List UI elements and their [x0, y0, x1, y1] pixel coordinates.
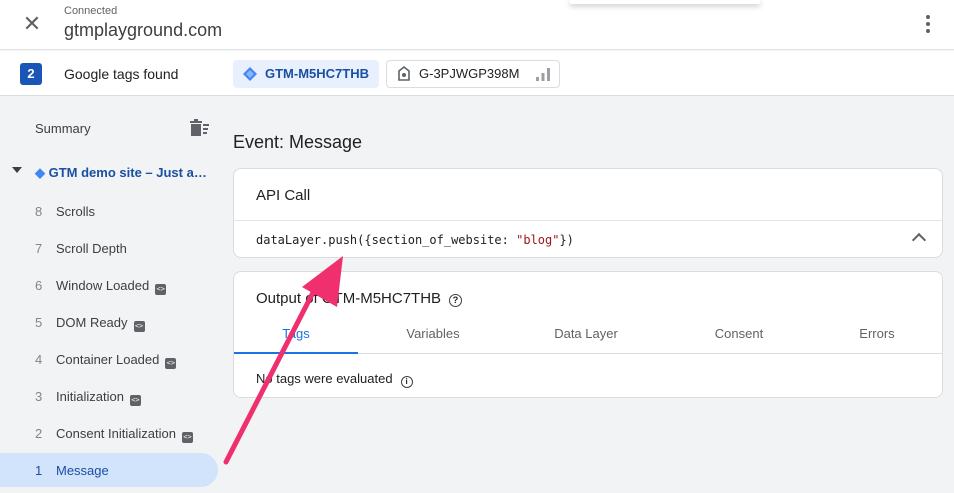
event-number: 4	[35, 352, 43, 367]
sidebar-event-item[interactable]: 5 DOM Ready <>	[0, 305, 218, 339]
gtm-diamond-icon	[243, 67, 257, 81]
output-tabs: Tags Variables Data Layer Consent Errors	[234, 324, 942, 354]
event-label: Scroll Depth	[56, 241, 127, 256]
event-number: 8	[35, 204, 43, 219]
divider	[234, 220, 942, 221]
event-label: Initialization <>	[56, 389, 141, 406]
sidebar-event-item[interactable]: 7 Scroll Depth	[0, 231, 218, 265]
tab-tags[interactable]: Tags	[234, 324, 358, 354]
info-icon[interactable]: i	[400, 376, 413, 388]
event-label: Window Loaded <>	[56, 278, 167, 295]
top-bar: ✕ Connected gtmplayground.com	[0, 0, 954, 50]
close-icon[interactable]: ✕	[20, 12, 44, 36]
code-icon: <>	[129, 395, 141, 406]
api-call-title: API Call	[256, 187, 311, 204]
sidebar-event-item[interactable]: 6 Window Loaded <>	[0, 268, 218, 302]
summary-link[interactable]: Summary	[35, 121, 91, 136]
api-call-code: dataLayer.push({section_of_website: "blo…	[256, 233, 574, 247]
event-label: DOM Ready <>	[56, 315, 145, 332]
event-label: Container Loaded <>	[56, 352, 177, 369]
code-icon: <>	[181, 432, 193, 443]
ga-tag-id: G-3PJWGP398M	[419, 66, 520, 81]
code-icon: <>	[133, 321, 145, 332]
event-label: Consent Initialization <>	[56, 426, 193, 443]
tags-count-badge: 2	[20, 63, 42, 85]
page-title: Event: Message	[233, 132, 363, 152]
sidebar-event-item[interactable]: 2 Consent Initialization <>	[0, 416, 218, 450]
sidebar-event-item[interactable]: 4 Container Loaded <>	[0, 342, 218, 376]
google-tag-icon	[398, 66, 410, 81]
more-vert-icon[interactable]	[918, 12, 938, 36]
container-name: ◆ GTM demo site – Just a…	[35, 165, 207, 180]
delete-sweep-icon[interactable]	[190, 119, 210, 137]
event-sidebar: Summary ◆ GTM demo site – Just a… 8 Scrol…	[0, 97, 222, 493]
sidebar-event-item[interactable]: 3 Initialization <>	[0, 379, 218, 413]
help-icon[interactable]: ?	[449, 294, 463, 307]
output-title: Output of GTM-M5HC7THB?	[256, 290, 463, 307]
event-number: 7	[35, 241, 43, 256]
code-icon: <>	[155, 284, 167, 295]
gtm-container-id: GTM-M5HC7THB	[265, 66, 369, 81]
api-call-card: API Call dataLayer.push({section_of_webs…	[233, 168, 943, 258]
tags-found-label: Google tags found	[64, 66, 179, 82]
event-number: 5	[35, 315, 43, 330]
empty-state-text: No tags were evaluated i	[256, 371, 413, 388]
sidebar-event-item[interactable]: 1 Message	[0, 453, 218, 487]
code-icon: <>	[165, 358, 177, 369]
event-label: Scrolls	[56, 204, 96, 219]
tags-found-bar: 2 Google tags found GTM-M5HC7THB G-3PJWG…	[0, 51, 954, 96]
analytics-bars-icon	[536, 68, 550, 81]
event-label: Message	[56, 463, 109, 478]
container-tree-item[interactable]: ◆ GTM demo site – Just a…	[0, 161, 222, 183]
site-name: gtmplayground.com	[64, 20, 223, 40]
event-number: 1	[35, 463, 43, 478]
tab-variables[interactable]: Variables	[371, 324, 495, 354]
chevron-up-icon[interactable]	[911, 232, 927, 248]
overlay-edge	[570, 0, 760, 4]
tab-errors[interactable]: Errors	[815, 324, 939, 354]
event-number: 2	[35, 426, 43, 441]
caret-down-icon[interactable]	[12, 167, 22, 173]
ga-tag-chip[interactable]: G-3PJWGP398M	[386, 60, 560, 88]
event-number: 6	[35, 278, 43, 293]
event-number: 3	[35, 389, 43, 404]
tab-data-layer[interactable]: Data Layer	[524, 324, 648, 354]
connection-status: Connected	[64, 5, 118, 17]
tab-consent[interactable]: Consent	[677, 324, 801, 354]
output-card: Output of GTM-M5HC7THB? Tags Variables D…	[233, 271, 943, 398]
sidebar-event-item[interactable]: 8 Scrolls	[0, 194, 218, 228]
gtm-container-chip[interactable]: GTM-M5HC7THB	[233, 60, 379, 88]
